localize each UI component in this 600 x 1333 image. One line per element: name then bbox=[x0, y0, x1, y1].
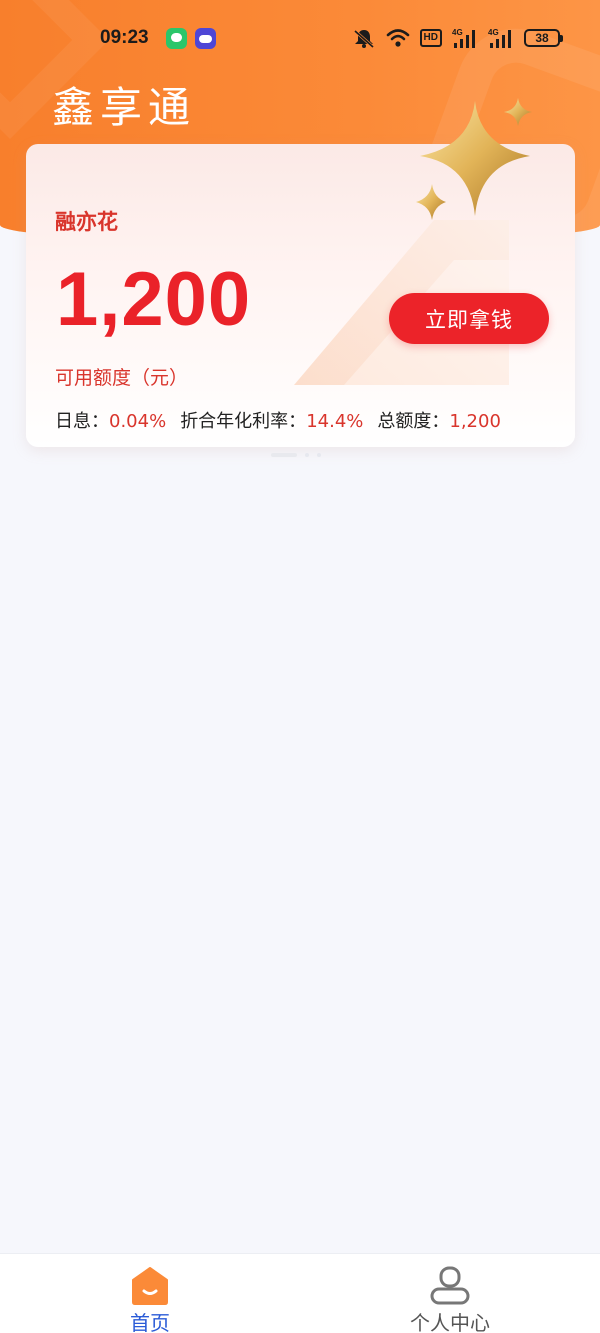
available-amount: 1,200 bbox=[56, 257, 252, 342]
home-icon bbox=[132, 1267, 168, 1305]
battery-icon: 38 bbox=[524, 29, 563, 47]
cloud-app-icon bbox=[195, 28, 216, 49]
pager-dots bbox=[271, 453, 321, 457]
svg-text:4G: 4G bbox=[488, 28, 499, 37]
wifi-icon bbox=[386, 29, 409, 47]
daily-rate-value: 0.04% bbox=[109, 411, 167, 432]
total-limit-value: 1,200 bbox=[449, 411, 501, 432]
status-icons: HD 4G 4G 38 bbox=[352, 26, 563, 50]
pager-dot bbox=[305, 453, 309, 457]
annual-rate-value: 14.4% bbox=[306, 411, 364, 432]
star-sparkle-icon bbox=[416, 98, 532, 220]
bell-muted-icon bbox=[353, 29, 374, 48]
product-name: 融亦花 bbox=[55, 210, 118, 234]
nav-home-label: 首页 bbox=[130, 1311, 170, 1333]
pager-dot bbox=[317, 453, 321, 457]
svg-text:4G: 4G bbox=[452, 28, 463, 37]
pager-dot-active bbox=[271, 453, 297, 457]
status-bar: 09:23 HD 4G 4G 38 bbox=[0, 0, 600, 78]
user-icon bbox=[430, 1266, 470, 1305]
bottom-nav: 首页 个人中心 bbox=[0, 1253, 600, 1333]
available-amount-label: 可用额度（元） bbox=[55, 367, 189, 389]
signal-icon: 4G bbox=[452, 28, 475, 48]
total-limit-label: 总额度： bbox=[377, 411, 450, 432]
nav-profile[interactable]: 个人中心 bbox=[380, 1254, 520, 1333]
message-app-icon bbox=[166, 28, 187, 49]
app-title: 鑫享通 bbox=[52, 83, 197, 132]
get-money-button[interactable]: 立即拿钱 bbox=[389, 293, 549, 344]
rate-info: 日息：0.04% 折合年化利率：14.4% 总额度：1,200 bbox=[55, 407, 501, 433]
signal-icon-2: 4G bbox=[488, 28, 511, 48]
nav-home[interactable]: 首页 bbox=[80, 1254, 220, 1333]
nav-profile-label: 个人中心 bbox=[410, 1311, 490, 1333]
daily-rate-label: 日息： bbox=[55, 411, 109, 432]
annual-rate-label: 折合年化利率： bbox=[180, 411, 307, 432]
status-time: 09:23 bbox=[100, 27, 149, 48]
hd-badge: HD bbox=[419, 29, 442, 47]
